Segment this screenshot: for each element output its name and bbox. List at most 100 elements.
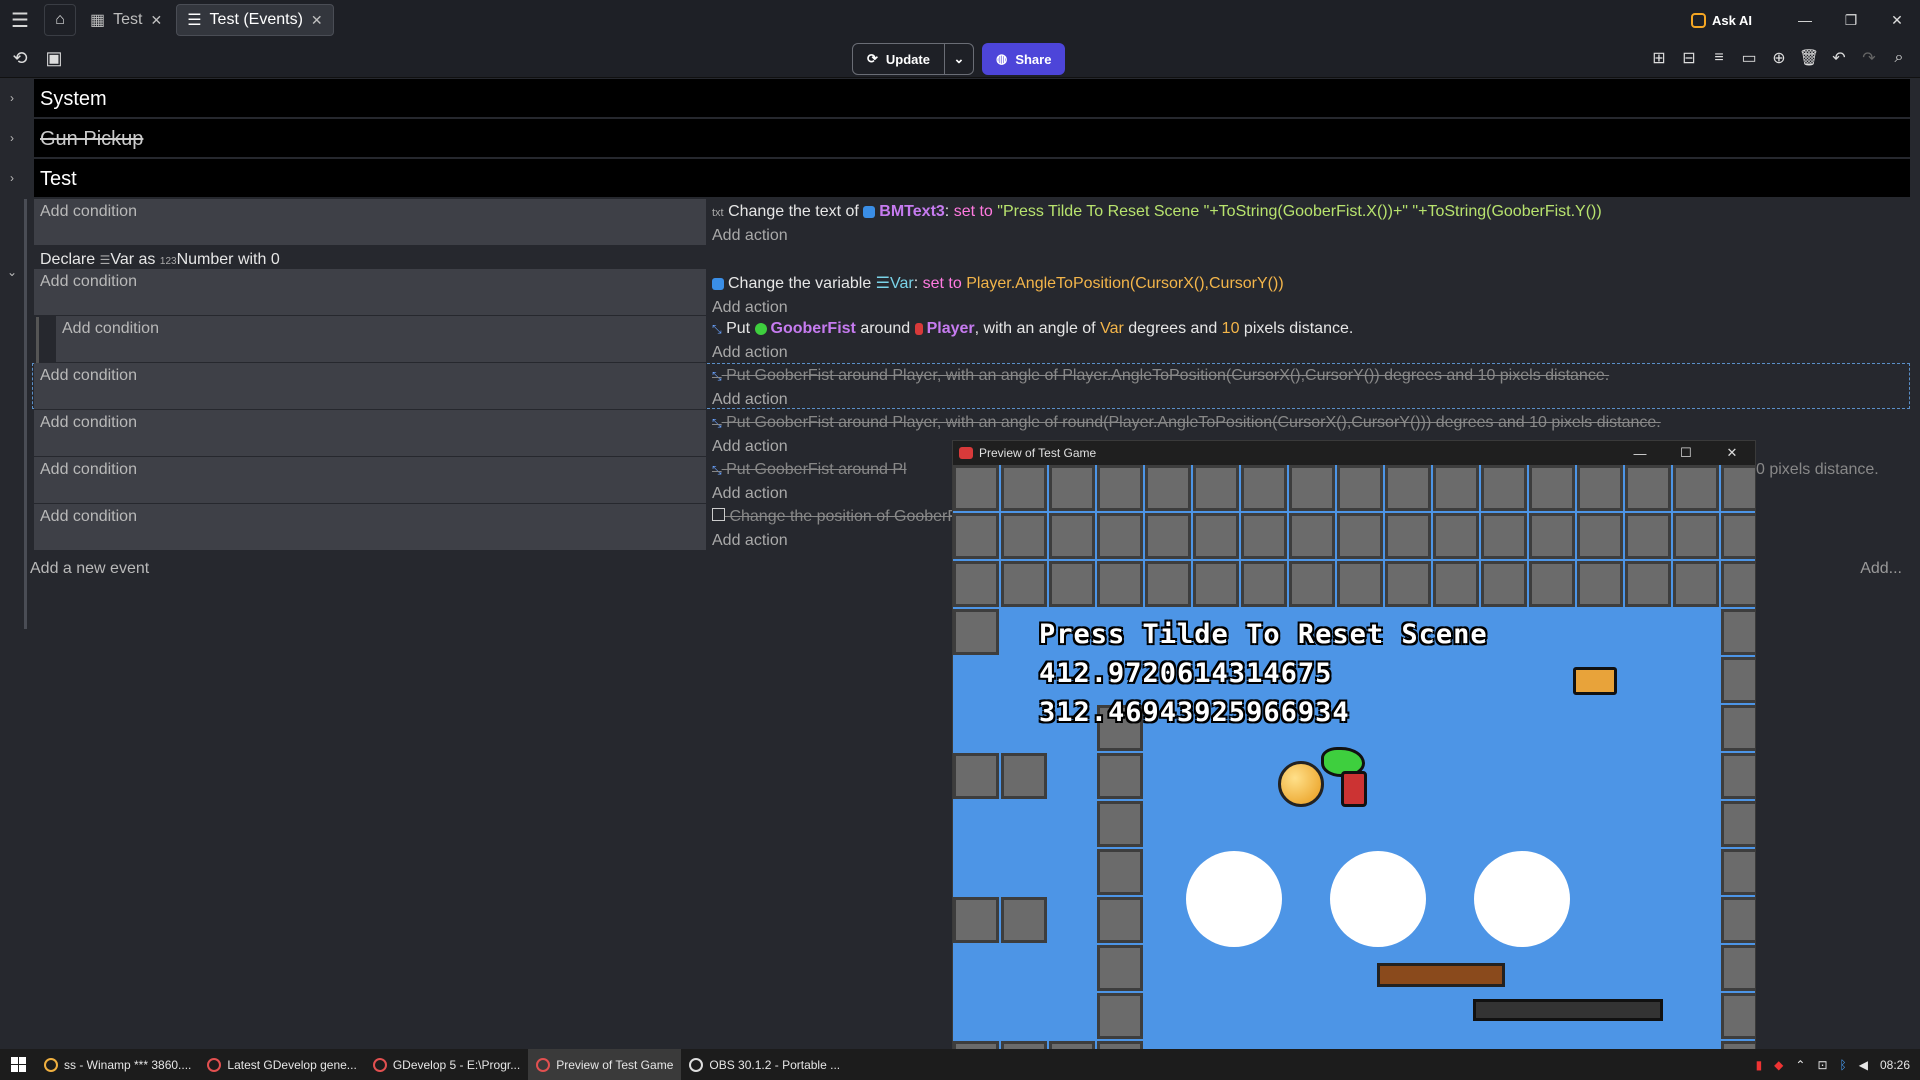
object-name: GooberFist <box>770 320 856 337</box>
restore-icon[interactable]: ❐ <box>1828 6 1874 34</box>
add-condition[interactable]: Add condition <box>34 457 706 503</box>
action-list: Change the variable ☰Var: set to Player.… <box>706 269 1910 319</box>
collapse-icon[interactable]: ⌄ <box>0 262 24 282</box>
toolbar: ⟲ ▣ ⟳ Update ⌄ ◍ Share ⊞ ⊟ ≡ ▭ ⊕ 🗑 ↶ ↷ ⌕ <box>0 40 1920 78</box>
action-text: : <box>944 203 954 220</box>
minimize-icon[interactable]: — <box>1782 6 1828 34</box>
action-row[interactable]: ⤡ Put GooberFist around Player, with an … <box>706 363 1910 389</box>
comment-icon[interactable]: ▭ <box>1738 46 1760 70</box>
declare-text: with 0 <box>237 251 280 268</box>
menu-icon[interactable]: ☰ <box>0 0 40 40</box>
tray-app-icon[interactable]: ▮ <box>1756 1058 1763 1072</box>
bluetooth-icon[interactable]: ᛒ <box>1840 1058 1847 1072</box>
add-icon[interactable]: ⊕ <box>1768 46 1790 70</box>
chevron-up-icon[interactable]: ⌃ <box>1795 1058 1805 1072</box>
group-test[interactable]: Test <box>34 159 1910 197</box>
clock[interactable]: 08:26 <box>1880 1058 1910 1072</box>
variable-name: Var <box>110 251 135 268</box>
add-action[interactable]: Add action <box>706 389 1910 411</box>
maximize-icon[interactable]: ☐ <box>1663 441 1709 465</box>
action-list: txt Change the text of BMText3: set to "… <box>706 199 1910 247</box>
expression: Player.AngleToPosition(CursorX(),CursorY… <box>966 275 1284 292</box>
add-condition[interactable]: Add condition <box>34 363 706 409</box>
gooberfist-icon <box>754 322 767 335</box>
action-row[interactable]: Change the variable ☰Var: set to Player.… <box>706 269 1910 297</box>
taskbar-item[interactable]: GDevelop 5 - E:\Progr... <box>365 1049 528 1080</box>
add-more-button[interactable]: Add... <box>1860 560 1902 578</box>
taskbar-item[interactable]: Preview of Test Game <box>528 1049 682 1080</box>
tab-test-events[interactable]: ☰ Test (Events) ✕ <box>176 4 334 36</box>
action-row[interactable]: txt Change the text of BMText3: set to "… <box>706 199 1910 225</box>
add-variable-icon[interactable]: ≡ <box>1708 46 1730 70</box>
add-condition[interactable]: Add condition <box>34 504 706 550</box>
subevent-rail <box>36 317 39 363</box>
variable-name: Var <box>890 275 914 292</box>
wall-tile <box>1481 465 1527 511</box>
hud-text: Press Tilde To Reset Scene 412.972061431… <box>1039 615 1488 732</box>
wall-tile <box>1145 513 1191 559</box>
wall-tile <box>1289 465 1335 511</box>
home-icon: ⌂ <box>55 11 65 28</box>
add-condition[interactable]: Add condition <box>56 316 706 362</box>
redo-icon[interactable]: ↷ <box>1858 46 1880 70</box>
tab-label: Test (Events) <box>209 11 303 28</box>
action-row[interactable]: ⤡ Put GooberFist around Player, with an … <box>706 410 1910 436</box>
group-gun-pickup[interactable]: Gun Pickup <box>34 119 1910 157</box>
wall-tile <box>1577 513 1623 559</box>
close-window-icon[interactable]: ✕ <box>1874 6 1920 34</box>
wall-tile <box>953 753 999 799</box>
undo-icon[interactable]: ↶ <box>1828 46 1850 70</box>
close-icon[interactable]: ✕ <box>311 12 323 29</box>
update-label: Update <box>885 51 930 67</box>
hud-line: 412.9720614314675 <box>1039 658 1333 689</box>
share-button[interactable]: ◍ Share <box>981 43 1066 75</box>
task-label: ss - Winamp *** 3860.... <box>64 1057 192 1072</box>
add-condition[interactable]: Add condition <box>34 199 706 245</box>
taskbar-item[interactable]: Latest GDevelop gene... <box>199 1049 364 1080</box>
minimize-icon[interactable]: — <box>1617 441 1663 465</box>
task-label: Latest GDevelop gene... <box>227 1057 357 1072</box>
add-condition-label: Add condition <box>40 414 137 431</box>
add-condition[interactable]: Add condition <box>34 269 706 315</box>
taskbar-item[interactable]: OBS 30.1.2 - Portable ... <box>681 1049 848 1080</box>
wall-tile <box>1001 897 1047 943</box>
wall-tile <box>1721 897 1755 943</box>
save-icon[interactable]: ▣ <box>42 46 66 70</box>
expand-icon[interactable]: › <box>0 119 24 157</box>
add-action[interactable]: Add action <box>706 342 1910 364</box>
taskbar-item[interactable]: ss - Winamp *** 3860.... <box>36 1049 199 1080</box>
windows-start-icon[interactable] <box>0 1049 36 1080</box>
controller-icon[interactable]: ⊡ <box>1817 1058 1827 1072</box>
game-canvas[interactable]: Press Tilde To Reset Scene 412.972061431… <box>953 465 1755 1051</box>
add-condition-label: Add condition <box>40 461 137 478</box>
preview-window[interactable]: Preview of Test Game — ☐ ✕ Press Tilde T… <box>952 440 1756 1051</box>
add-event-icon[interactable]: ⊞ <box>1648 46 1670 70</box>
add-condition[interactable]: Add condition <box>34 410 706 456</box>
variable-icon: ☰ <box>875 275 891 292</box>
close-icon[interactable]: ✕ <box>150 12 162 29</box>
wall-tile <box>953 513 999 559</box>
ask-ai-button[interactable]: Ask AI <box>1691 12 1752 28</box>
shotgun-sprite <box>1377 963 1505 987</box>
search-icon[interactable]: ⌕ <box>1888 46 1910 70</box>
add-action[interactable]: Add action <box>706 225 1910 247</box>
tab-test[interactable]: ▦ Test ✕ <box>80 4 172 36</box>
expand-icon[interactable]: › <box>0 79 24 117</box>
volume-icon[interactable]: ◀ <box>1859 1058 1868 1072</box>
tray-gdevelop-icon[interactable]: ◆ <box>1774 1058 1783 1072</box>
action-text: : <box>913 275 923 292</box>
group-system[interactable]: System <box>34 79 1910 117</box>
close-icon[interactable]: ✕ <box>1709 441 1755 465</box>
task-label: Preview of Test Game <box>556 1057 674 1072</box>
history-icon[interactable]: ⟲ <box>8 46 32 70</box>
action-row[interactable]: ⤡ Put GooberFist around Player, with an … <box>706 316 1910 342</box>
home-tab[interactable]: ⌂ <box>44 4 76 36</box>
update-button[interactable]: ⟳ Update ⌄ <box>852 43 974 75</box>
add-new-event[interactable]: Add a new event <box>30 560 149 578</box>
wall-tile <box>1097 753 1143 799</box>
expand-icon[interactable]: › <box>0 159 24 197</box>
delete-icon[interactable]: 🗑 <box>1798 46 1820 70</box>
add-subevent-icon[interactable]: ⊟ <box>1678 46 1700 70</box>
wall-tile <box>1529 465 1575 511</box>
chevron-down-icon[interactable]: ⌄ <box>945 51 973 67</box>
